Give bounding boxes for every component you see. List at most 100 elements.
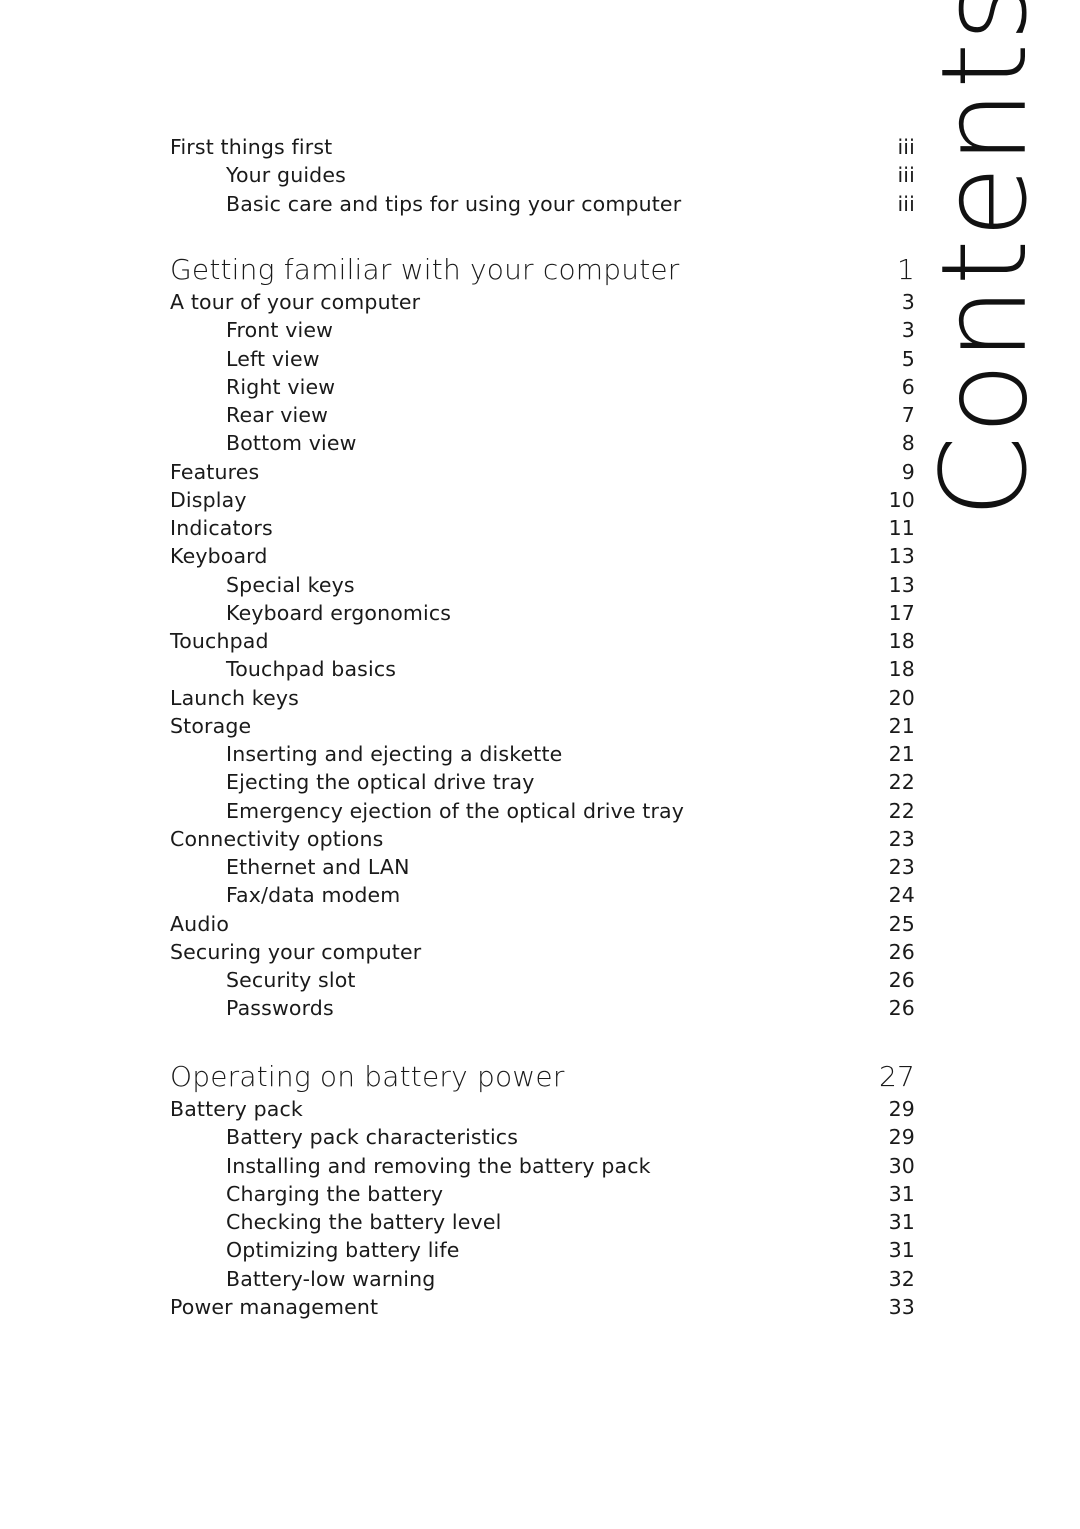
toc-entry-page-number: iii: [897, 191, 915, 216]
toc-subentry[interactable]: Battery-low warning 32: [170, 1265, 915, 1293]
toc-entry-label[interactable]: Emergency ejection of the optical drive …: [170, 797, 684, 825]
toc-entry-page-number: 32: [888, 1266, 915, 1291]
toc-entry-label[interactable]: Passwords: [170, 994, 334, 1022]
toc-entry-label[interactable]: Ethernet and LAN: [170, 853, 410, 881]
toc-entry-label[interactable]: Touchpad basics: [170, 655, 396, 683]
toc-subentry[interactable]: Fax/data modem 24: [170, 881, 915, 909]
toc-entry-label[interactable]: Bottom view: [170, 429, 357, 457]
toc-subentry[interactable]: Your guides iii: [170, 161, 915, 189]
toc-entry-label[interactable]: Battery pack: [170, 1095, 303, 1123]
chapter-heading[interactable]: Operating on battery power 27: [170, 1059, 915, 1095]
toc-entry[interactable]: Battery pack 29: [170, 1095, 915, 1123]
toc-entry-page-number: 20: [888, 685, 915, 710]
toc-entry[interactable]: Display 10: [170, 486, 915, 514]
toc-entry-label[interactable]: Battery pack characteristics: [170, 1123, 518, 1151]
toc-entry-label[interactable]: Fax/data modem: [170, 881, 400, 909]
toc-entry-label[interactable]: Left view: [170, 345, 320, 373]
toc-entry-page-number: 33: [888, 1294, 915, 1319]
toc-entry-label[interactable]: Connectivity options: [170, 825, 383, 853]
toc-entry-page-number: 24: [888, 883, 915, 908]
toc-subentry[interactable]: Right view 6: [170, 373, 915, 401]
toc-entry-page-number: 29: [888, 1125, 915, 1150]
toc-entry-label[interactable]: Keyboard: [170, 542, 268, 570]
toc-subentry[interactable]: Basic care and tips for using your compu…: [170, 190, 915, 218]
chapter-title[interactable]: Getting familiar with your computer: [170, 252, 680, 288]
toc-entry-page-number: 7: [901, 403, 915, 427]
toc-entry-page-number: 21: [888, 713, 915, 738]
toc-entry-page-number: 25: [888, 911, 915, 936]
toc-entry-label[interactable]: Ejecting the optical drive tray: [170, 768, 535, 796]
toc-entry-label[interactable]: Storage: [170, 712, 251, 740]
toc-entry-page-number: 13: [888, 544, 915, 569]
toc-entry-page-number: 18: [888, 657, 915, 682]
toc-entry-label[interactable]: Inserting and ejecting a diskette: [170, 740, 562, 768]
toc-entry-label[interactable]: Touchpad: [170, 627, 269, 655]
toc-subentry[interactable]: Passwords 26: [170, 994, 915, 1022]
toc-entry-label[interactable]: Rear view: [170, 401, 328, 429]
toc-entry[interactable]: Launch keys 20: [170, 684, 915, 712]
toc-entry-page-number: iii: [897, 135, 915, 159]
toc-entry[interactable]: Indicators 11: [170, 514, 915, 542]
toc-entry[interactable]: First things first iii: [170, 133, 915, 161]
toc-entry[interactable]: Keyboard 13: [170, 542, 915, 570]
toc-entry-label[interactable]: Security slot: [170, 966, 356, 994]
toc-entry-label[interactable]: Your guides: [170, 161, 346, 189]
toc-entry-label[interactable]: Keyboard ergonomics: [170, 599, 451, 627]
chapter-title[interactable]: Operating on battery power: [170, 1059, 565, 1095]
toc-entry-page-number: 22: [888, 770, 915, 795]
toc-subentry[interactable]: Charging the battery 31: [170, 1180, 915, 1208]
toc-entry-label[interactable]: Display: [170, 486, 247, 514]
toc-entry-label[interactable]: Basic care and tips for using your compu…: [170, 190, 681, 218]
toc-subentry[interactable]: Front view 3: [170, 316, 915, 344]
toc-subentry[interactable]: Touchpad basics 18: [170, 655, 915, 683]
toc-chapter-2: Operating on battery power 27 Battery pack…: [170, 1059, 915, 1321]
toc-entry-label[interactable]: Right view: [170, 373, 335, 401]
toc-entry-label[interactable]: First things first: [170, 133, 332, 161]
toc-entry-label[interactable]: Battery-low warning: [170, 1265, 435, 1293]
toc-entry-label[interactable]: Power management: [170, 1293, 378, 1321]
toc-subentry[interactable]: Keyboard ergonomics 17: [170, 599, 915, 627]
toc-subentry[interactable]: Security slot 26: [170, 966, 915, 994]
toc-entry-label[interactable]: Charging the battery: [170, 1180, 443, 1208]
toc-subentry[interactable]: Installing and removing the battery pack…: [170, 1152, 915, 1180]
toc-entry-label[interactable]: Launch keys: [170, 684, 299, 712]
toc-entry-label[interactable]: Checking the battery level: [170, 1208, 501, 1236]
toc-entry[interactable]: A tour of your computer 3: [170, 288, 915, 316]
toc-subentry[interactable]: Special keys 13: [170, 571, 915, 599]
toc-entry-label[interactable]: Installing and removing the battery pack: [170, 1152, 651, 1180]
toc-subentry[interactable]: Battery pack characteristics 29: [170, 1123, 915, 1151]
page-title: Contents: [915, 0, 1053, 518]
toc-entry[interactable]: Connectivity options 23: [170, 825, 915, 853]
toc-subentry[interactable]: Ethernet and LAN 23: [170, 853, 915, 881]
toc-chapter-1: Getting familiar with your computer 1 A to…: [170, 252, 915, 1023]
toc-subentry[interactable]: Emergency ejection of the optical drive …: [170, 797, 915, 825]
toc-entry-label[interactable]: Audio: [170, 910, 229, 938]
toc-subentry[interactable]: Checking the battery level 31: [170, 1208, 915, 1236]
toc-entry-page-number: 6: [901, 374, 915, 399]
toc-entry[interactable]: Features 9: [170, 458, 915, 486]
toc-entry-label[interactable]: Securing your computer: [170, 938, 421, 966]
toc-entry-page-number: 31: [888, 1181, 915, 1206]
toc-subentry[interactable]: Bottom view 8: [170, 429, 915, 457]
toc-entry-label[interactable]: Indicators: [170, 514, 273, 542]
toc-entry-page-number: 30: [888, 1153, 915, 1178]
toc-entry[interactable]: Touchpad 18: [170, 627, 915, 655]
toc-entry[interactable]: Securing your computer 26: [170, 938, 915, 966]
chapter-page-number: 1: [896, 253, 915, 286]
toc-subentry[interactable]: Left view 5: [170, 345, 915, 373]
toc-entry-label[interactable]: Special keys: [170, 571, 355, 599]
chapter-heading[interactable]: Getting familiar with your computer 1: [170, 252, 915, 288]
toc-entry[interactable]: Storage 21: [170, 712, 915, 740]
toc-entry-label[interactable]: A tour of your computer: [170, 288, 420, 316]
toc-entry-page-number: 26: [888, 996, 915, 1021]
toc-subentry[interactable]: Inserting and ejecting a diskette 21: [170, 740, 915, 768]
toc-entry-label[interactable]: Optimizing battery life: [170, 1236, 460, 1264]
toc-subentry[interactable]: Rear view 7: [170, 401, 915, 429]
toc-entry-label[interactable]: Front view: [170, 316, 333, 344]
toc-entry[interactable]: Audio 25: [170, 910, 915, 938]
toc-subentry[interactable]: Ejecting the optical drive tray 22: [170, 768, 915, 796]
toc-entry-label[interactable]: Features: [170, 458, 259, 486]
toc-subentry[interactable]: Optimizing battery life 31: [170, 1236, 915, 1264]
toc-entry-page-number: 23: [888, 855, 915, 879]
toc-entry[interactable]: Power management 33: [170, 1293, 915, 1321]
